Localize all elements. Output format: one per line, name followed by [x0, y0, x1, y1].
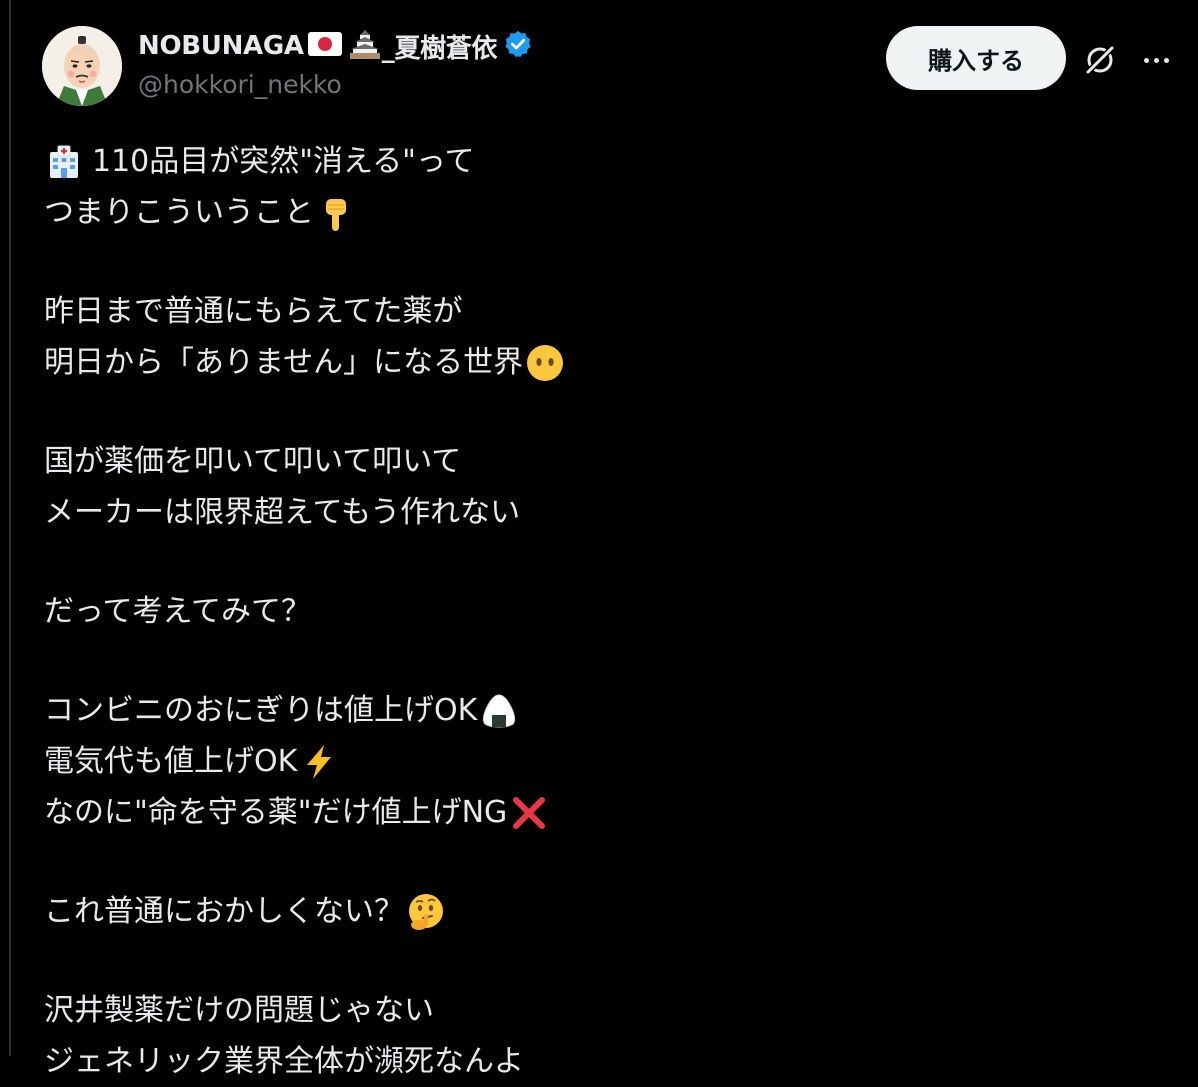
tweet-line-text: コンビニのおにぎりは値上げOK: [44, 693, 478, 728]
pointing-down-icon: [316, 193, 356, 233]
author-name-row[interactable]: NOBUNAGA _夏樹蒼依: [138, 28, 533, 64]
verified-badge-icon[interactable]: [503, 29, 533, 63]
tweet-line: メーカーは限界超えてもう作れない: [44, 487, 1144, 538]
tweet-line: 110品目が突然"消える"って: [44, 136, 1144, 187]
tweet-line-text: 国が薬価を叩いて叩いて叩いて: [44, 444, 462, 479]
tweet: NOBUNAGA _夏樹蒼依 @hokkori_nekko 購入する 110品目…: [0, 0, 1198, 1079]
tweet-line-text: 電気代も値上げOK: [44, 744, 298, 779]
tweet-line-text: 昨日まで普通にもらえてた薬が: [44, 294, 463, 329]
tweet-line: 電気代も値上げOK: [44, 736, 1144, 787]
rice-ball-icon: [479, 691, 519, 731]
castle-icon: [348, 28, 382, 64]
grok-icon[interactable]: [1080, 40, 1120, 80]
tweet-line: 国が薬価を叩いて叩いて叩いて: [44, 436, 1144, 487]
tweet-line: だって考えてみて？: [44, 586, 1144, 637]
samurai-avatar-icon[interactable]: [42, 26, 122, 106]
tweet-line: ジェネリック業界全体が瀕死なんよ: [44, 1036, 1144, 1087]
tweet-line-text: つまりこういうこと: [44, 195, 314, 230]
cross-mark-icon: [509, 793, 549, 833]
thinking-face-icon: [406, 892, 446, 932]
tweet-line: なのに"命を守る薬"だけ値上げNG: [44, 787, 1144, 838]
tweet-line-text: ジェネリック業界全体が瀕死なんよ: [44, 1044, 524, 1079]
tweet-line: 昨日まで普通にもらえてた薬が: [44, 286, 1144, 337]
tweet-line-text: 沢井製薬だけの問題じゃない: [44, 993, 434, 1028]
more-options-icon[interactable]: [1134, 40, 1178, 80]
tweet-line: これ普通におかしくない？: [44, 886, 1144, 937]
tweet-line-text: だって考えてみて？: [44, 594, 311, 629]
tweet-line: つまりこういうこと: [44, 187, 1144, 238]
japan-flag-icon: [307, 32, 342, 60]
lightning-icon: [299, 742, 339, 782]
author-handle[interactable]: @hokkori_nekko: [138, 70, 342, 99]
author-display-name[interactable]: NOBUNAGA: [138, 31, 304, 61]
tweet-line: 明日から「ありません」になる世界: [44, 337, 1144, 388]
tweet-line-text: これ普通におかしくない？: [44, 894, 404, 929]
tweet-line: コンビニのおにぎりは値上げOK: [44, 685, 1144, 736]
buy-button[interactable]: 購入する: [886, 26, 1066, 90]
face-without-mouth-icon: [525, 343, 565, 383]
tweet-line: 沢井製薬だけの問題じゃない: [44, 985, 1144, 1036]
tweet-line-text: メーカーは限界超えてもう作れない: [44, 495, 521, 530]
hospital-icon: [44, 142, 84, 182]
author-name-suffix[interactable]: _夏樹蒼依: [382, 28, 498, 65]
tweet-line-text: 明日から「ありません」になる世界: [44, 345, 524, 380]
tweet-line-text: なのに"命を守る薬"だけ値上げNG: [44, 795, 508, 830]
tweet-text: 110品目が突然"消える"って つまりこういうこと 昨日まで普通にもらえてた薬が…: [44, 136, 1144, 1087]
tweet-line-text: 110品目が突然"消える"って: [92, 144, 475, 179]
